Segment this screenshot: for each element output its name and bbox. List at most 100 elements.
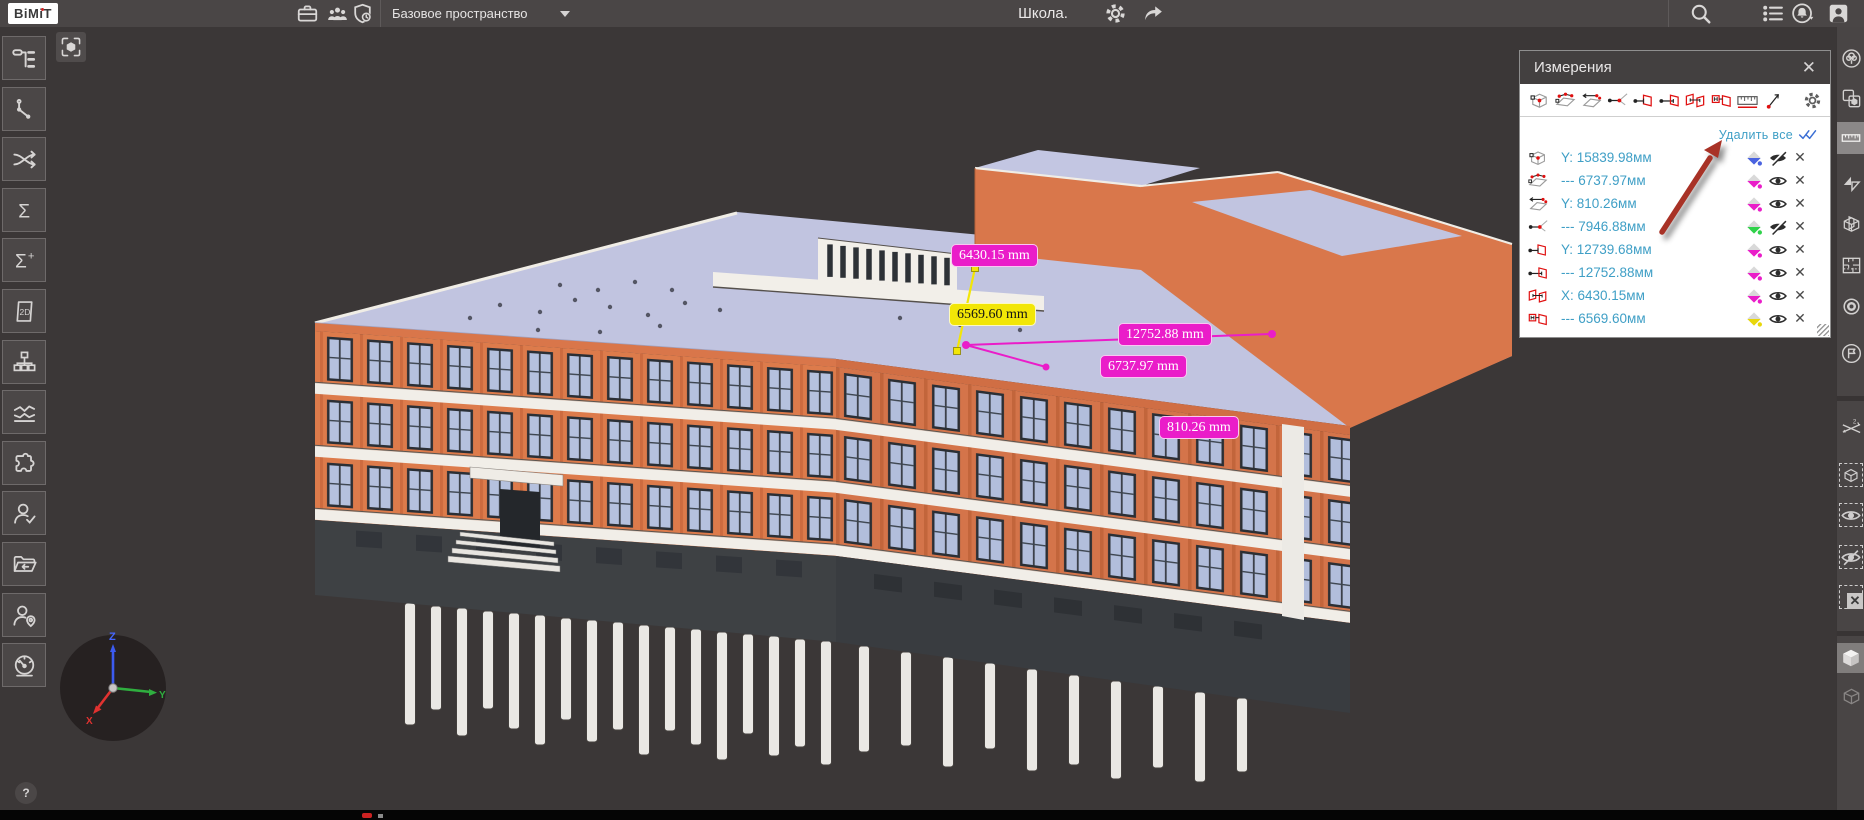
measure-plane-edge-icon[interactable] xyxy=(1580,89,1603,112)
ghost-view-icon[interactable] xyxy=(1839,684,1863,708)
measure-point-line-icon[interactable] xyxy=(1606,89,1629,112)
visibility-off-icon[interactable] xyxy=(1766,148,1790,168)
delete-row-icon[interactable]: ✕ xyxy=(1790,287,1810,304)
color-swatch-icon[interactable] xyxy=(1742,148,1766,168)
clear-isolation-icon[interactable]: ✕ xyxy=(1839,585,1863,609)
left-toolbar: Σ Σ + 2D xyxy=(0,27,48,810)
sidebar-item-org-chart[interactable] xyxy=(2,340,46,384)
measurement-row: Y: 810.26мм ✕ xyxy=(1520,192,1830,215)
sidebar-item-plugins[interactable] xyxy=(2,441,46,485)
color-swatch-icon[interactable] xyxy=(1742,309,1766,329)
measure-plane-points-icon[interactable] xyxy=(1554,89,1577,112)
visibility-on-icon[interactable] xyxy=(1766,263,1790,283)
solid-view-icon[interactable] xyxy=(1837,643,1864,673)
measure-plane-plane-icon[interactable] xyxy=(1684,89,1707,112)
sidebar-item-graph-node[interactable] xyxy=(2,87,46,131)
sidebar-item-user-location[interactable] xyxy=(2,593,46,637)
delete-row-icon[interactable]: ✕ xyxy=(1790,241,1810,258)
delete-row-icon[interactable]: ✕ xyxy=(1790,264,1810,281)
svg-text:+: + xyxy=(27,250,34,262)
selection-frames-icon[interactable] xyxy=(1839,86,1863,110)
delete-row-icon[interactable]: ✕ xyxy=(1790,172,1810,189)
color-swatch-icon[interactable] xyxy=(1742,286,1766,306)
environment-icon[interactable] xyxy=(1839,46,1863,70)
visibility-on-icon[interactable] xyxy=(1766,171,1790,191)
sidebar-item-sum-plus[interactable]: Σ + xyxy=(2,238,46,282)
sidebar-item-model-tree[interactable] xyxy=(2,36,46,80)
panel-resize-grip[interactable] xyxy=(1817,324,1829,336)
flag-icon[interactable] xyxy=(1839,341,1863,365)
right-toolbar-divider xyxy=(1837,631,1864,636)
delete-row-icon[interactable]: ✕ xyxy=(1790,310,1810,327)
team-icon[interactable] xyxy=(325,1,350,26)
measure-point-plane-icon[interactable] xyxy=(1632,89,1655,112)
bottom-bar xyxy=(0,810,1864,820)
measure-ruler-icon[interactable] xyxy=(1736,89,1759,112)
menu-list-icon[interactable] xyxy=(1760,1,1785,26)
topbar-divider-right xyxy=(1668,0,1669,27)
settings-gear-icon[interactable] xyxy=(1103,1,1128,26)
dropdown-arrow-icon[interactable] xyxy=(560,11,570,17)
compare-levels-icon[interactable]: 2 xyxy=(1839,416,1863,440)
measure-xyz-icon[interactable] xyxy=(1528,89,1551,112)
account-icon[interactable] xyxy=(1826,1,1851,26)
measure-point-plane-axis-icon[interactable] xyxy=(1658,89,1681,112)
measure-ruler-icon-active[interactable] xyxy=(1837,122,1864,154)
measure-wall-plane-icon[interactable] xyxy=(1710,89,1733,112)
sidebar-item-sum[interactable]: Σ xyxy=(2,188,46,232)
sidebar-item-sheet-2d[interactable]: 2D xyxy=(2,289,46,333)
locate-icon[interactable] xyxy=(1839,294,1863,318)
delete-row-icon[interactable]: ✕ xyxy=(1790,149,1810,166)
measurement-value: --- 6569.60мм xyxy=(1561,311,1742,326)
color-swatch-icon[interactable] xyxy=(1742,171,1766,191)
visibility-on-icon[interactable] xyxy=(1766,240,1790,260)
show-hidden-icon[interactable] xyxy=(1839,503,1863,527)
section-flip-icon[interactable] xyxy=(1839,171,1863,195)
color-swatch-icon[interactable] xyxy=(1742,263,1766,283)
sidebar-item-gauge[interactable] xyxy=(2,643,46,687)
measurement-row: X: 6430.15мм ✕ xyxy=(1520,284,1830,307)
isolate-box-icon[interactable] xyxy=(1839,463,1863,487)
axis-gizmo[interactable]: Z Y X xyxy=(53,628,173,748)
measure-angle-icon[interactable] xyxy=(1762,89,1785,112)
workspace-selector[interactable]: Базовое пространство xyxy=(392,0,528,27)
right-toolbar: 2 ✕ xyxy=(1836,27,1864,810)
shield-history-icon[interactable] xyxy=(350,1,375,26)
measure-label-6737: 6737.97 mm xyxy=(1100,355,1187,378)
visibility-on-icon[interactable] xyxy=(1766,194,1790,214)
color-swatch-icon[interactable] xyxy=(1742,217,1766,237)
section-box-icon[interactable] xyxy=(1839,212,1863,236)
sidebar-item-user-check[interactable] xyxy=(2,491,46,535)
briefcase-icon[interactable] xyxy=(295,1,320,26)
delete-row-icon[interactable]: ✕ xyxy=(1790,218,1810,235)
color-swatch-icon[interactable] xyxy=(1742,240,1766,260)
visibility-off-icon[interactable] xyxy=(1766,217,1790,237)
panel-settings-gear-icon[interactable] xyxy=(1802,90,1823,111)
sidebar-item-shuffle[interactable] xyxy=(2,137,46,181)
sidebar-item-folder-export[interactable] xyxy=(2,542,46,586)
close-icon[interactable]: ✕ xyxy=(1802,59,1816,76)
svg-text:2: 2 xyxy=(1852,418,1856,425)
hide-selected-icon[interactable] xyxy=(1839,545,1863,569)
floor-plan-icon[interactable] xyxy=(1839,253,1863,277)
axis-z-label: Z xyxy=(109,631,116,643)
measurement-value: --- 7946.88мм xyxy=(1561,219,1742,234)
logo-red-dot xyxy=(41,8,44,11)
visibility-on-icon[interactable] xyxy=(1766,309,1790,329)
delete-row-icon[interactable]: ✕ xyxy=(1790,195,1810,212)
measurement-value: Y: 810.26мм xyxy=(1561,196,1742,211)
share-icon[interactable] xyxy=(1140,1,1165,26)
help-button[interactable]: ? xyxy=(15,782,37,804)
measurement-value: Y: 12739.68мм xyxy=(1561,242,1742,257)
color-swatch-icon[interactable] xyxy=(1742,194,1766,214)
svg-text:2D: 2D xyxy=(19,306,30,316)
measure-plane-plane-icon xyxy=(1527,285,1549,307)
focus-model-button[interactable] xyxy=(56,32,86,62)
measurement-value: Y: 15839.98мм xyxy=(1561,150,1742,165)
sidebar-item-trend-chart[interactable] xyxy=(2,390,46,434)
notifications-icon[interactable] xyxy=(1790,1,1815,26)
delete-all-button[interactable]: Удалить все xyxy=(1520,124,1830,146)
visibility-on-icon[interactable] xyxy=(1766,286,1790,306)
measure-plane-edge-icon xyxy=(1527,193,1549,215)
search-icon[interactable] xyxy=(1688,1,1713,26)
